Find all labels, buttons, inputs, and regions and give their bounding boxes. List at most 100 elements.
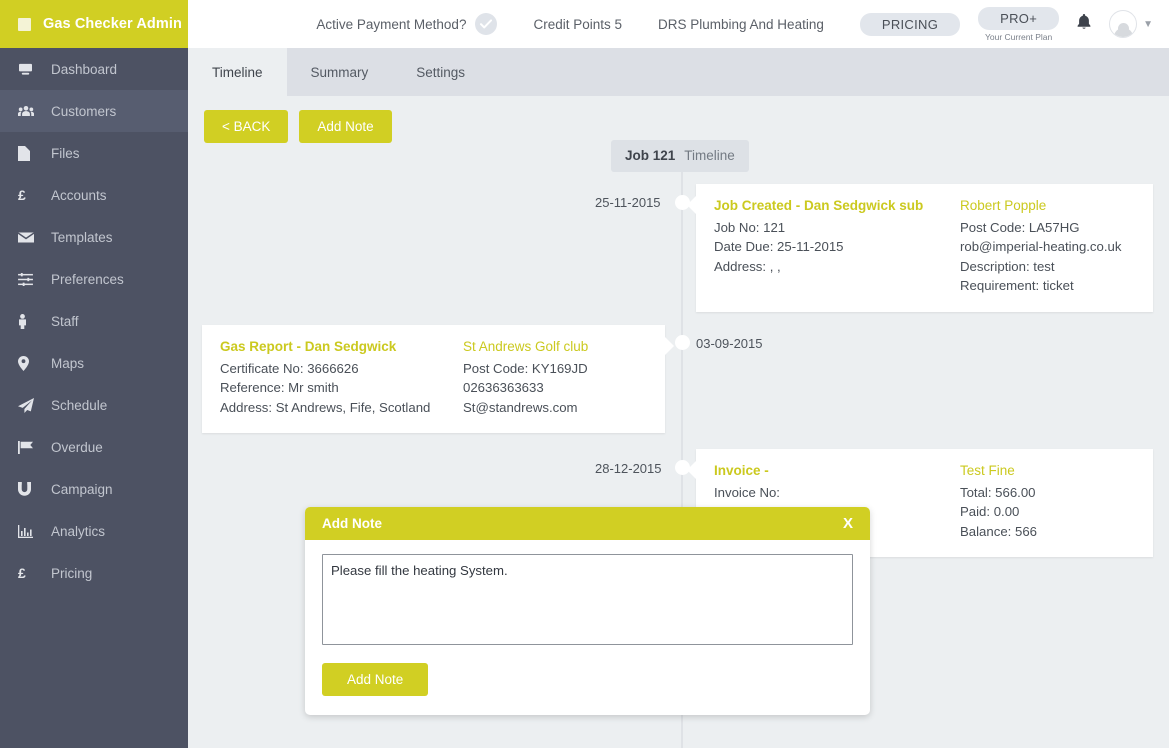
plan-pill[interactable]: PRO+	[978, 6, 1060, 30]
action-toolbar: < BACK Add Note	[204, 110, 392, 143]
current-plan-block[interactable]: PRO+ Your Current Plan	[978, 6, 1060, 42]
customers-icon	[18, 105, 35, 118]
sidebar-item-maps[interactable]: Maps	[0, 342, 188, 384]
modal-body: Add Note	[305, 540, 870, 715]
sidebar-item-label: Schedule	[51, 397, 108, 413]
modal-footer: Add Note	[322, 663, 853, 696]
back-button[interactable]: < BACK	[204, 110, 289, 143]
card-left-column: Gas Report - Dan Sedgwick Certificate No…	[202, 339, 445, 417]
card-line: Address: , ,	[714, 258, 781, 274]
close-icon[interactable]: X	[843, 515, 853, 532]
sidebar-item-pricing[interactable]: £ Pricing	[0, 552, 188, 594]
card-title: Gas Report - Dan Sedgwick	[220, 339, 397, 354]
person-icon	[18, 313, 35, 329]
card-pointer-icon	[687, 196, 696, 214]
dashboard-icon	[18, 63, 35, 76]
card-pointer-icon	[665, 337, 674, 355]
card-line: Description: test	[960, 258, 1055, 274]
card-title: Test Fine	[960, 463, 1015, 478]
sidebar-item-label: Maps	[51, 355, 85, 371]
avatar-body-shape	[1113, 28, 1133, 37]
timeline-date: 03-09-2015	[696, 336, 763, 351]
sidebar-item-accounts[interactable]: £ Accounts	[0, 174, 188, 216]
card-line: Invoice No:	[714, 485, 780, 500]
pricing-pill-button[interactable]: PRICING	[859, 12, 961, 36]
flag-icon	[18, 440, 35, 454]
add-note-button[interactable]: Add Note	[299, 110, 392, 143]
plan-caption: Your Current Plan	[984, 31, 1053, 42]
tab-settings[interactable]: Settings	[392, 48, 489, 96]
timeline-dot	[675, 335, 690, 350]
timeline-date: 25-11-2015	[595, 195, 661, 210]
magnet-icon	[18, 482, 35, 496]
pound-icon: £	[18, 187, 26, 203]
card-line: 02636363633	[463, 380, 544, 396]
card-right-column: Test Fine Total: 566.00 Paid: 0.00 Balan…	[942, 463, 1055, 541]
sidebar-item-label: Overdue	[51, 439, 103, 455]
tab-timeline[interactable]: Timeline	[188, 48, 287, 96]
sidebar-item-dashboard[interactable]: Dashboard	[0, 48, 188, 90]
card-title: Robert Popple	[960, 198, 1047, 213]
card-line: Reference: Mr smith	[220, 380, 339, 396]
company-name: DRS Plumbing And Heating	[658, 16, 824, 32]
sidebar-item-label: Files	[51, 145, 80, 161]
sidebar-item-label: Analytics	[51, 523, 106, 539]
card-line: St@standrews.com	[463, 399, 578, 415]
card-line: Certificate No: 3666626	[220, 361, 359, 376]
sidebar-item-files[interactable]: Files	[0, 132, 188, 174]
sidebar-nav: Dashboard Customers Files £ Accounts Tem…	[0, 48, 188, 594]
sidebar-item-label: Accounts	[51, 187, 107, 203]
timeline-job-number: Job 121	[625, 148, 676, 163]
modal-title: Add Note	[322, 516, 382, 531]
sidebar-item-label: Staff	[51, 313, 79, 329]
tab-bar: Timeline Summary Settings	[188, 48, 1169, 96]
timeline-header-sub: Timeline	[684, 148, 735, 163]
envelope-icon	[18, 231, 35, 243]
card-line: Address: St Andrews, Fife, Scotland	[220, 399, 431, 415]
card-line: Job No: 121	[714, 220, 786, 235]
sidebar-item-label: Preferences	[51, 271, 124, 287]
card-right-column: St Andrews Golf club Post Code: KY169JD …	[445, 339, 606, 417]
top-header: Active Payment Method? Credit Points 5 D…	[188, 0, 1169, 48]
card-title: Job Created - Dan Sedgwick sub	[714, 198, 924, 213]
chevron-down-icon[interactable]: ▼	[1143, 19, 1153, 30]
map-pin-icon	[18, 355, 35, 371]
note-textarea[interactable]	[322, 554, 853, 645]
sidebar-item-campaign[interactable]: Campaign	[0, 468, 188, 510]
file-icon	[18, 145, 35, 161]
bell-icon[interactable]	[1077, 13, 1091, 35]
timeline-card[interactable]: Gas Report - Dan Sedgwick Certificate No…	[202, 325, 674, 434]
sidebar-item-label: Pricing	[51, 565, 93, 581]
main-content: < BACK Add Note Job 121 Timeline 25-11-20…	[188, 96, 1169, 748]
sidebar-item-staff[interactable]: Staff	[0, 300, 188, 342]
pound-icon: £	[18, 565, 26, 581]
credit-points-label: Credit Points 5	[533, 16, 622, 32]
sidebar-item-label: Dashboard	[51, 61, 118, 77]
sidebar-item-preferences[interactable]: Preferences	[0, 258, 188, 300]
card-line: Requirement: ticket	[960, 278, 1074, 294]
card-line: Paid: 0.00	[960, 504, 1020, 520]
sidebar-item-templates[interactable]: Templates	[0, 216, 188, 258]
tab-summary[interactable]: Summary	[287, 48, 393, 96]
card-line: rob@imperial-heating.co.uk	[960, 239, 1122, 255]
check-circle-icon[interactable]	[475, 13, 498, 35]
card-line: Post Code: LA57HG	[960, 220, 1080, 235]
sidebar-item-analytics[interactable]: Analytics	[0, 510, 188, 552]
sidebar-item-schedule[interactable]: Schedule	[0, 384, 188, 426]
card-right-column: Robert Popple Post Code: LA57HG rob@impe…	[942, 198, 1139, 296]
card-title: Invoice -	[714, 463, 769, 478]
brand-logo-icon	[18, 17, 31, 31]
sidebar-item-overdue[interactable]: Overdue	[0, 426, 188, 468]
timeline-card[interactable]: Job Created - Dan Sedgwick sub Job No: 1…	[687, 184, 1153, 312]
timeline-header: Job 121 Timeline	[611, 140, 749, 172]
add-note-modal: Add Note X Add Note	[305, 507, 870, 715]
modal-add-note-button[interactable]: Add Note	[322, 663, 429, 696]
active-payment-label: Active Payment Method?	[316, 16, 467, 32]
sidebar-item-label: Templates	[51, 229, 113, 245]
brand-header[interactable]: Gas Checker Admin	[0, 0, 188, 48]
sidebar-item-customers[interactable]: Customers	[0, 90, 188, 132]
card-left-column: Job Created - Dan Sedgwick sub Job No: 1…	[696, 198, 942, 296]
sidebar: Gas Checker Admin Dashboard Customers Fi…	[0, 0, 188, 748]
avatar[interactable]	[1109, 10, 1138, 38]
card-line: Post Code: KY169JD	[463, 361, 588, 376]
